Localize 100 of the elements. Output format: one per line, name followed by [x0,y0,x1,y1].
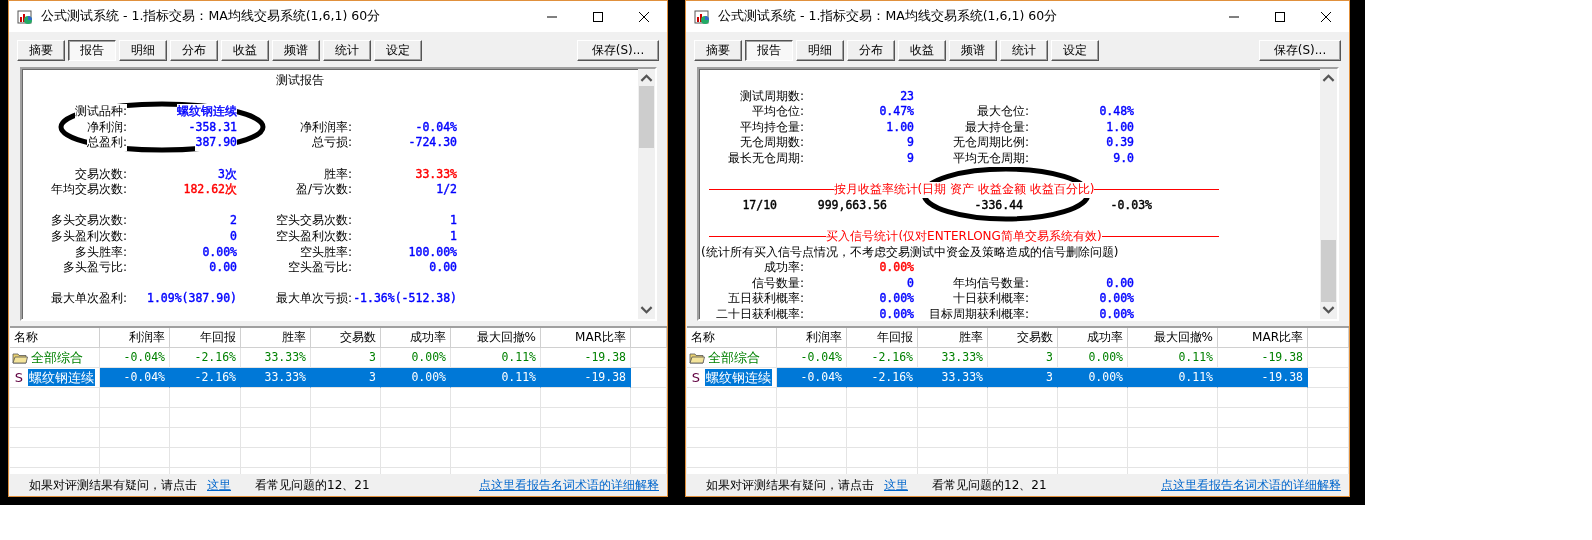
row-name[interactable]: 全部综合 [30,349,84,366]
column-header[interactable]: 成功率 [381,328,451,348]
close-icon[interactable] [1320,10,1332,23]
table-cell: -2.16% [847,368,918,388]
tab[interactable]: 设定 [374,40,422,61]
tab[interactable]: 分布 [847,40,895,61]
stat-value: 1/2 [436,182,457,198]
table-cell [100,408,170,428]
row-name[interactable]: 螺纹钢连续 [705,369,772,386]
tab[interactable]: 统计 [1000,40,1048,61]
stat-label: 净利润率: [299,119,352,136]
column-header[interactable]: 最大回撤% [1128,328,1218,348]
tab[interactable]: 设定 [1051,40,1099,61]
here-link[interactable]: 这里 [207,476,231,494]
monthly-value: -336.44 [973,197,1023,214]
table-cell [1058,428,1128,448]
tab[interactable]: 频谱 [272,40,320,61]
here-link[interactable]: 这里 [884,476,908,494]
stat-label: 盈/亏次数: [295,182,352,198]
tab[interactable]: 明细 [796,40,844,61]
column-header[interactable]: 名称 [10,328,100,348]
maximize-icon[interactable] [592,10,604,23]
stat-label: 平均持仓量: [739,119,804,136]
stat-label: 测试品种: [74,104,127,120]
section-heading: 按月收益率统计(日期 资产 收益金额 收益百分比) [833,182,1095,198]
table-cell [777,428,847,448]
vertical-scrollbar[interactable] [638,69,655,319]
column-header[interactable]: 胜率 [918,328,988,348]
column-header[interactable]: 年回报 [170,328,241,348]
stat-value: 3次 [218,166,237,183]
glossary-link[interactable]: 点这里看报告名词术语的详细解释 [1161,476,1341,494]
stat-label: 总盈利: [86,135,127,151]
scrollbar-thumb[interactable] [1321,240,1336,302]
maximize-icon[interactable] [1274,10,1286,23]
table-cell [170,388,241,408]
series-marker: S [13,369,25,387]
app-icon [17,8,33,25]
scrollbar-thumb[interactable] [639,86,654,148]
tab[interactable]: 统计 [323,40,371,61]
tab[interactable]: 报告 [745,40,793,61]
vertical-scrollbar[interactable] [1320,69,1337,319]
tab[interactable]: 摘要 [694,40,742,61]
column-header[interactable]: 交易数 [311,328,381,348]
stat-label: 空头交易次数: [275,213,352,229]
table-cell [100,448,170,468]
table-cell [311,408,381,428]
table-cell: -2.16% [170,368,241,388]
column-header[interactable]: 胜率 [241,328,311,348]
column-header[interactable]: 名称 [687,328,777,348]
stat-label: 交易次数: [74,166,127,183]
stat-label: 十日获利概率: [952,291,1029,307]
monthly-value: 17/10 [741,197,777,214]
stat-value: 182.62次 [183,182,237,198]
column-header[interactable]: 利润率 [100,328,170,348]
tab[interactable]: 报告 [68,40,116,61]
column-header[interactable]: 成功率 [1058,328,1128,348]
table-cell: -19.38 [1218,368,1308,388]
table-cell [1058,388,1128,408]
faq-text: 看常见问题的12、21 [255,476,370,494]
row-name[interactable]: 螺纹钢连续 [28,369,95,386]
table-cell [170,408,241,428]
tab[interactable]: 明细 [119,40,167,61]
table-cell [1058,448,1128,468]
table-cell: 33.33% [918,368,988,388]
help-text: 如果对评测结果有疑问，请点击 [706,476,874,494]
save-button[interactable]: 保存(S)... [577,40,659,61]
close-icon[interactable] [638,10,650,23]
table-cell [777,408,847,428]
column-header[interactable]: 最大回撤% [451,328,541,348]
tab[interactable]: 收益 [221,40,269,61]
column-header[interactable]: 利润率 [777,328,847,348]
tab[interactable]: 分布 [170,40,218,61]
table-cell [777,448,847,468]
table-cell [988,408,1058,428]
tab[interactable]: 频谱 [949,40,997,61]
stat-label: 测试周期数: [739,88,804,105]
stat-label: 五日获利概率: [727,291,804,307]
column-header[interactable]: 交易数 [988,328,1058,348]
table-cell [311,428,381,448]
glossary-link[interactable]: 点这里看报告名词术语的详细解释 [479,476,659,494]
column-header[interactable]: MAR比率 [541,328,631,348]
row-name[interactable]: 全部综合 [707,349,761,366]
table-cell [381,408,451,428]
table-cell [988,448,1058,468]
save-button[interactable]: 保存(S)... [1259,40,1341,61]
monthly-value: 999,663.56 [816,197,887,214]
column-header[interactable]: 年回报 [847,328,918,348]
tab[interactable]: 收益 [898,40,946,61]
stat-label: 总亏损: [311,135,352,151]
table-cell: -0.04% [100,368,170,388]
column-header[interactable]: MAR比率 [1218,328,1308,348]
window-title: 公式测试系统 - 1.指标交易：MA均线交易系统(1,6,1) 60分 [718,8,1058,25]
table-cell: 33.33% [241,368,311,388]
table-cell: 3 [311,368,381,388]
stat-label: 多头交易次数: [50,213,127,229]
stat-label: 最大仓位: [976,104,1029,120]
tab[interactable]: 摘要 [17,40,65,61]
table-cell [918,448,988,468]
table-cell: -0.04% [777,368,847,388]
stat-label: 无仓周期数: [739,135,804,151]
